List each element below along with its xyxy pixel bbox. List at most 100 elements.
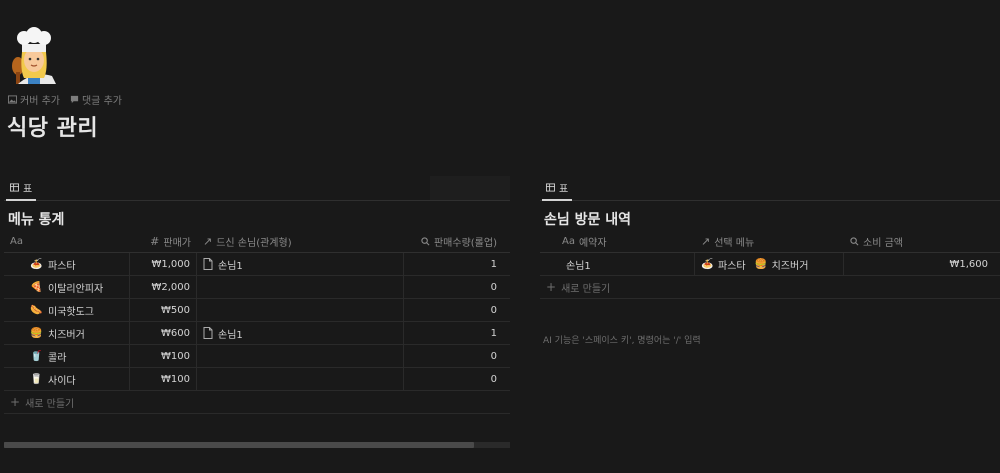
cell-relation[interactable] (197, 276, 404, 298)
database-title[interactable]: 손님 방문 내역 (544, 209, 1000, 231)
cell-name[interactable]: 🥛 사이다 (24, 368, 130, 390)
cell-name[interactable]: 🍝 파스타 (24, 253, 130, 275)
comment-icon (70, 95, 79, 104)
new-row-button[interactable]: + 새로 만들기 (540, 276, 1000, 299)
cell-rollup[interactable]: 1 (404, 253, 503, 275)
cell-name[interactable]: 🌭 미국핫도그 (24, 299, 130, 321)
column-header-name[interactable]: Aa (4, 231, 130, 252)
search-icon (850, 237, 859, 246)
relation-chip[interactable]: 파스타 (718, 257, 746, 272)
text-type-icon: Aa (10, 236, 23, 247)
page-icon (203, 327, 213, 339)
table-row[interactable]: 🍔 치즈버거 ₩600 손님1 1 (4, 322, 510, 345)
cell-menu[interactable]: 🍝 파스타 🍔 치즈버거 (695, 253, 844, 275)
add-comment-button[interactable]: 댓글 추가 (70, 92, 122, 107)
cell-price[interactable]: ₩600 (130, 322, 197, 344)
column-header-amount[interactable]: 소비 금액 (844, 231, 994, 252)
table-header: Aa 예약자 ↗ 선택 메뉴 소비 금액 (540, 231, 1000, 253)
number-type-icon: # (150, 235, 160, 248)
add-cover-button[interactable]: 커버 추가 (8, 92, 60, 107)
pasta-emoji-icon: 🍝 (701, 258, 714, 270)
row-handle[interactable] (540, 253, 560, 275)
cell-name[interactable]: 🍕 이탈리안피자 (24, 276, 130, 298)
column-header-relation[interactable]: ↗ 드신 손님(관계형) (197, 231, 404, 252)
row-handle[interactable] (4, 253, 24, 275)
tab-table-view[interactable]: 표 (542, 176, 573, 201)
column-label: 예약자 (578, 238, 607, 249)
table-row[interactable]: 손님1 🍝 파스타 🍔 치즈버거 ₩1,600 (540, 253, 1000, 276)
column-label: 소비 금액 (863, 238, 903, 249)
column-label: 판매가 (163, 238, 191, 249)
cell-price[interactable]: ₩100 (130, 368, 197, 390)
tab-table-view[interactable]: 표 (6, 176, 37, 201)
text-type-icon: Aa (562, 236, 575, 247)
burger-emoji-icon: 🍔 (754, 258, 768, 270)
column-label: 판매수량(롤업) (433, 238, 497, 249)
cell-name-text: 파스타 (48, 260, 76, 272)
view-toolbar-area (430, 176, 510, 200)
column-header-rollup[interactable]: 판매수량(롤업) (404, 231, 503, 252)
cell-name-text: 미국핫도그 (48, 306, 94, 318)
table-body: 🍝 파스타 ₩1,000 손님1 1 🍕 이탈리안피자 ₩2,000 0 🌭 미국핫도그 ₩500 0 🍔… (4, 253, 510, 391)
table-row[interactable]: 🍕 이탈리안피자 ₩2,000 0 (4, 276, 510, 299)
cell-name[interactable]: 손님1 (560, 253, 695, 275)
cell-rollup[interactable]: 0 (404, 276, 503, 298)
cell-rollup[interactable]: 0 (404, 299, 503, 321)
new-row-button[interactable]: + 새로 만들기 (4, 391, 510, 414)
cell-name[interactable]: 🥤 콜라 (24, 345, 130, 367)
table-icon (10, 183, 19, 192)
cell-price[interactable]: ₩100 (130, 345, 197, 367)
table-header: Aa # 판매가 ↗ 드신 손님(관계형) 판매수량(롤업) (4, 231, 510, 253)
table-row[interactable]: 🥛 사이다 ₩100 0 (4, 368, 510, 391)
menu-emoji-icon: 🍕 (30, 281, 43, 293)
visit-history-database: 표 손님 방문 내역 Aa 예약자 ↗ 선택 메뉴 소비 금액 손님1 🍝 파스… (540, 176, 1000, 299)
plus-icon: + (546, 280, 557, 294)
cell-relation[interactable]: 손님1 (197, 253, 404, 275)
column-header-price[interactable]: # 판매가 (130, 231, 197, 252)
column-header-name[interactable]: Aa 예약자 (540, 231, 695, 252)
image-icon (8, 95, 17, 104)
row-handle[interactable] (4, 368, 24, 390)
plus-icon: + (10, 395, 21, 409)
cell-rollup[interactable]: 1 (404, 322, 503, 344)
relation-chip[interactable]: 손님1 (218, 257, 243, 272)
view-bar: 표 (540, 176, 1000, 201)
table-row[interactable]: 🍝 파스타 ₩1,000 손님1 1 (4, 253, 510, 276)
cell-relation[interactable] (197, 299, 404, 321)
cook-emoji-icon[interactable] (6, 26, 62, 84)
relation-chip[interactable]: 손님1 (218, 326, 243, 341)
relation-arrow-icon: ↗ (203, 235, 213, 248)
table-row[interactable]: 🌭 미국핫도그 ₩500 0 (4, 299, 510, 322)
cell-relation[interactable]: 손님1 (197, 322, 404, 344)
page-title[interactable]: 식당 관리 (7, 110, 98, 142)
horizontal-scrollbar[interactable] (4, 442, 510, 448)
database-title[interactable]: 메뉴 통계 (8, 209, 510, 231)
row-handle[interactable] (4, 322, 24, 344)
row-handle[interactable] (4, 276, 24, 298)
menu-stats-database: 표 메뉴 통계 Aa # 판매가 ↗ 드신 손님(관계형) 판매수량(롤업) 🍝… (4, 176, 510, 414)
column-label: 선택 메뉴 (714, 238, 755, 249)
scrollbar-thumb[interactable] (4, 442, 474, 448)
cell-rollup[interactable]: 0 (404, 368, 503, 390)
cell-price[interactable]: ₩2,000 (130, 276, 197, 298)
cell-name[interactable]: 🍔 치즈버거 (24, 322, 130, 344)
relation-chip[interactable]: 치즈버거 (772, 257, 809, 272)
menu-emoji-icon: 🍝 (30, 258, 43, 270)
search-icon (421, 237, 430, 246)
row-handle[interactable] (4, 345, 24, 367)
view-label: 표 (23, 184, 33, 195)
cell-rollup[interactable]: 0 (404, 345, 503, 367)
cell-relation[interactable] (197, 345, 404, 367)
ai-hint-text[interactable]: AI 기능은 '스페이스 키', 명령어는 '/' 입력 (543, 333, 701, 346)
table-row[interactable]: 🥤 콜라 ₩100 0 (4, 345, 510, 368)
cell-price[interactable]: ₩500 (130, 299, 197, 321)
row-handle[interactable] (4, 299, 24, 321)
add-cover-label: 커버 추가 (20, 96, 60, 107)
menu-emoji-icon: 🍔 (30, 327, 43, 339)
cell-name-text: 치즈버거 (48, 329, 85, 341)
cell-name-text: 콜라 (48, 352, 67, 364)
cell-amount[interactable]: ₩1,600 (844, 253, 994, 275)
cell-relation[interactable] (197, 368, 404, 390)
column-header-menu[interactable]: ↗ 선택 메뉴 (695, 231, 844, 252)
cell-price[interactable]: ₩1,000 (130, 253, 197, 275)
